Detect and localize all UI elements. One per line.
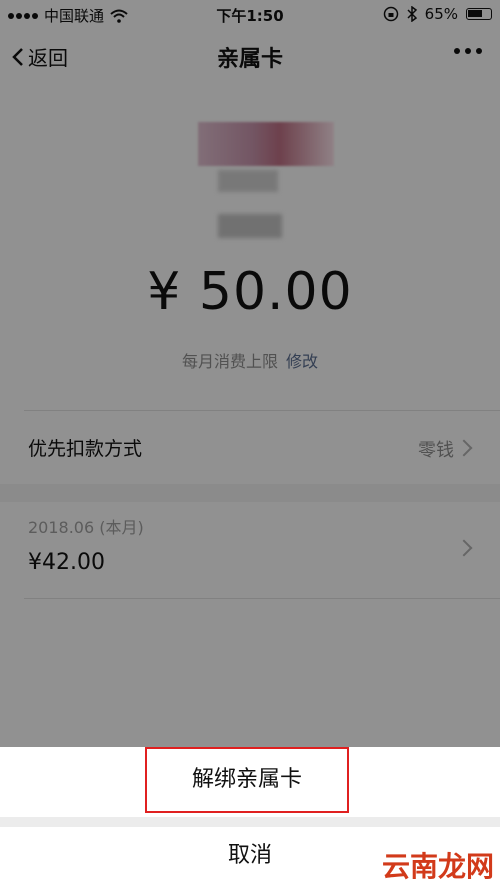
unbind-card-button[interactable]: 解绑亲属卡 bbox=[145, 747, 349, 813]
modal-overlay[interactable] bbox=[0, 0, 500, 747]
watermark-logo: 云南龙网 bbox=[381, 850, 494, 883]
sheet-gap bbox=[0, 817, 500, 827]
action-sheet-top: 解绑亲属卡 bbox=[0, 747, 500, 817]
screen: 中国联通 下午1:50 65% 返回 亲属卡 ¥ 50.00 每月消费上限 修改 … bbox=[0, 0, 500, 889]
